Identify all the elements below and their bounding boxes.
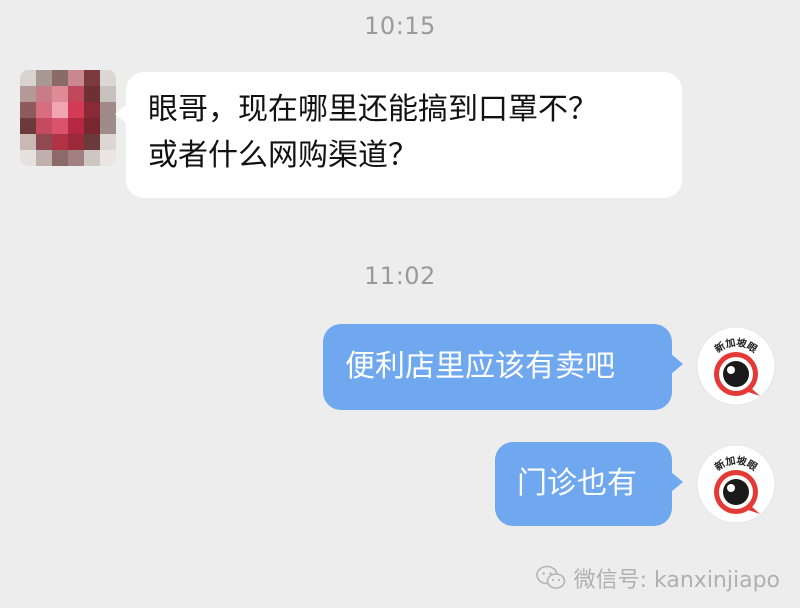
incoming-message-bubble[interactable]: 眼哥，现在哪里还能搞到口罩不？ 或者什么网购渠道？ (115, 72, 682, 198)
message-text-line: 眼哥，现在哪里还能搞到口罩不？ (148, 92, 598, 127)
timestamp: 11:02 (364, 262, 436, 290)
avatar[interactable]: 新加坡眼 (696, 326, 776, 406)
wechat-icon (535, 565, 565, 589)
eye-logo-icon: 新加坡眼 (696, 444, 776, 524)
outgoing-message-bubble[interactable]: 门诊也有 (495, 442, 683, 526)
message-text-line: 或者什么网购渠道？ (148, 138, 418, 173)
message-text: 便利店里应该有卖吧 (345, 349, 615, 384)
pixelated-avatar-icon[interactable] (20, 70, 116, 166)
watermark: 微信号: kanxinjiapo (535, 562, 780, 594)
eye-logo-icon: 新加坡眼 (696, 326, 776, 406)
message-text: 门诊也有 (517, 466, 637, 501)
avatar[interactable]: 新加坡眼 (696, 444, 776, 524)
outgoing-message-bubble[interactable]: 便利店里应该有卖吧 (323, 324, 683, 410)
timestamp: 10:15 (364, 12, 436, 40)
watermark-text: 微信号: kanxinjiapo (573, 568, 780, 593)
